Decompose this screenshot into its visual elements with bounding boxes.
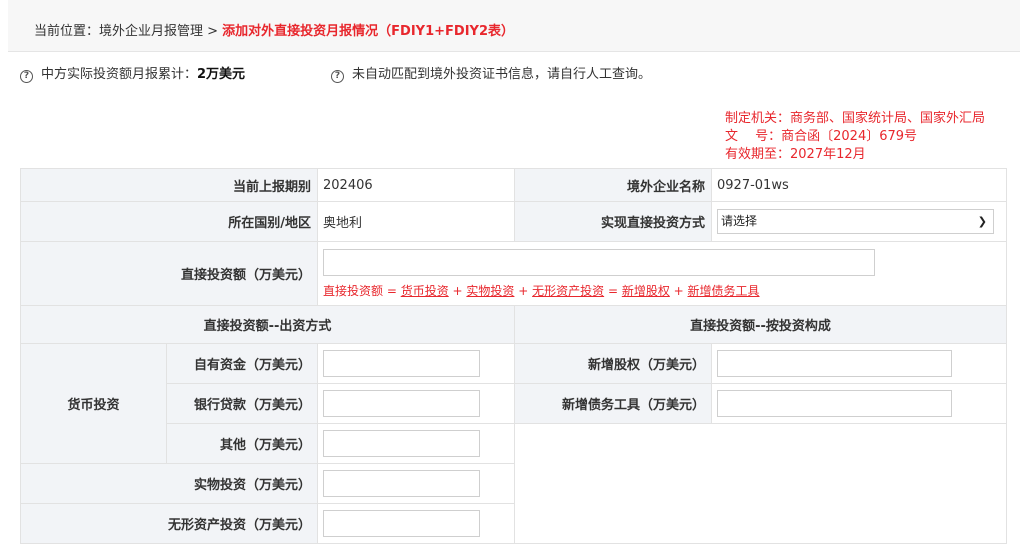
formula-link-physical[interactable]: 实物投资 xyxy=(466,284,514,298)
amount-label: 直接投资额（万美元） xyxy=(19,241,319,306)
period-label: 当前上报期别 xyxy=(19,168,319,202)
own-funds-label: 自有资金（万美元） xyxy=(165,343,319,384)
issuer-valid-until: 有效期至：2027年12月 xyxy=(725,147,866,162)
debt-instruments-input[interactable] xyxy=(717,390,953,417)
bank-loan-label: 银行贷款（万美元） xyxy=(165,383,319,424)
empty-cell xyxy=(514,423,1008,544)
question-icon[interactable]: ? xyxy=(20,70,33,83)
certificate-notice: ? 未自动匹配到境外投资证书信息，请自行人工查询。 xyxy=(331,63,651,83)
formula-link-monetary[interactable]: 货币投资 xyxy=(401,284,449,298)
intangible-investment-input[interactable] xyxy=(323,510,481,537)
cumulative-label: 中方实际投资额月报累计： xyxy=(41,67,198,82)
debt-label: 新增债务工具（万美元） xyxy=(514,383,713,424)
other-label: 其他（万美元） xyxy=(165,423,319,464)
own-funds-input[interactable] xyxy=(323,350,481,377)
cumulative-value: 2万美元 xyxy=(197,67,246,82)
breadcrumb-bar: 当前位置：境外企业月报管理 > 添加对外直接投资月报情况（FDIY1+FDIY2… xyxy=(8,0,1020,52)
formula-link-equity[interactable]: 新增股权 xyxy=(622,284,670,298)
company-label: 境外企业名称 xyxy=(514,168,713,202)
cumulative-info: ? 中方实际投资额月报累计：2万美元 xyxy=(20,63,245,83)
select-value: 请选择 xyxy=(721,214,758,228)
breadcrumb: 当前位置：境外企业月报管理 > 添加对外直接投资月报情况（FDIY1+FDIY2… xyxy=(34,20,514,39)
breadcrumb-prefix: 当前位置：境外企业月报管理 > xyxy=(34,24,223,39)
country-value: 奥地利 xyxy=(317,201,516,242)
notice-text: 未自动匹配到境外投资证书信息，请自行人工查询。 xyxy=(352,67,652,82)
equity-label: 新增股权（万美元） xyxy=(514,343,713,384)
formula-link-debt[interactable]: 新增债务工具 xyxy=(688,284,760,298)
investment-method-select[interactable]: 请选择 ❯ xyxy=(717,209,995,234)
method-label: 实现直接投资方式 xyxy=(514,201,713,242)
chevron-down-icon: ❯ xyxy=(977,215,988,228)
issuer-agency: 制定机关：商务部、国家统计局、国家外汇局 xyxy=(725,111,986,126)
formula-link-intangible[interactable]: 无形资产投资 xyxy=(532,284,604,298)
direct-investment-amount-input[interactable] xyxy=(323,248,876,276)
bank-loan-input[interactable] xyxy=(323,390,481,417)
intangible-label: 无形资产投资（万美元） xyxy=(19,503,319,544)
period-value: 202406 xyxy=(317,168,516,202)
breadcrumb-current: 添加对外直接投资月报情况（FDIY1+FDIY2表） xyxy=(222,24,514,39)
formula-text: 直接投资额 = 货币投资 + 实物投资 + 无形资产投资 = 新增股权 + 新增… xyxy=(323,283,760,298)
physical-label: 实物投资（万美元） xyxy=(19,463,319,504)
country-label: 所在国别/地区 xyxy=(19,201,319,242)
physical-investment-input[interactable] xyxy=(323,470,481,497)
question-icon[interactable]: ? xyxy=(331,70,344,83)
section-left-heading: 直接投资额--出资方式 xyxy=(19,305,516,344)
report-form: 当前上报期别 202406 境外企业名称 0927-01ws 所在国别/地区 奥… xyxy=(19,168,1008,544)
equity-input[interactable] xyxy=(717,350,953,377)
section-right-heading: 直接投资额--按投资构成 xyxy=(514,305,1008,344)
other-input[interactable] xyxy=(323,430,481,457)
issuer-block: 制定机关：商务部、国家统计局、国家外汇局 文 号：商合函〔2024〕679号 有… xyxy=(725,110,985,164)
monetary-group-label: 货币投资 xyxy=(20,343,167,464)
company-value: 0927-01ws xyxy=(711,168,1008,202)
issuer-doc-number: 文 号：商合函〔2024〕679号 xyxy=(725,129,918,144)
